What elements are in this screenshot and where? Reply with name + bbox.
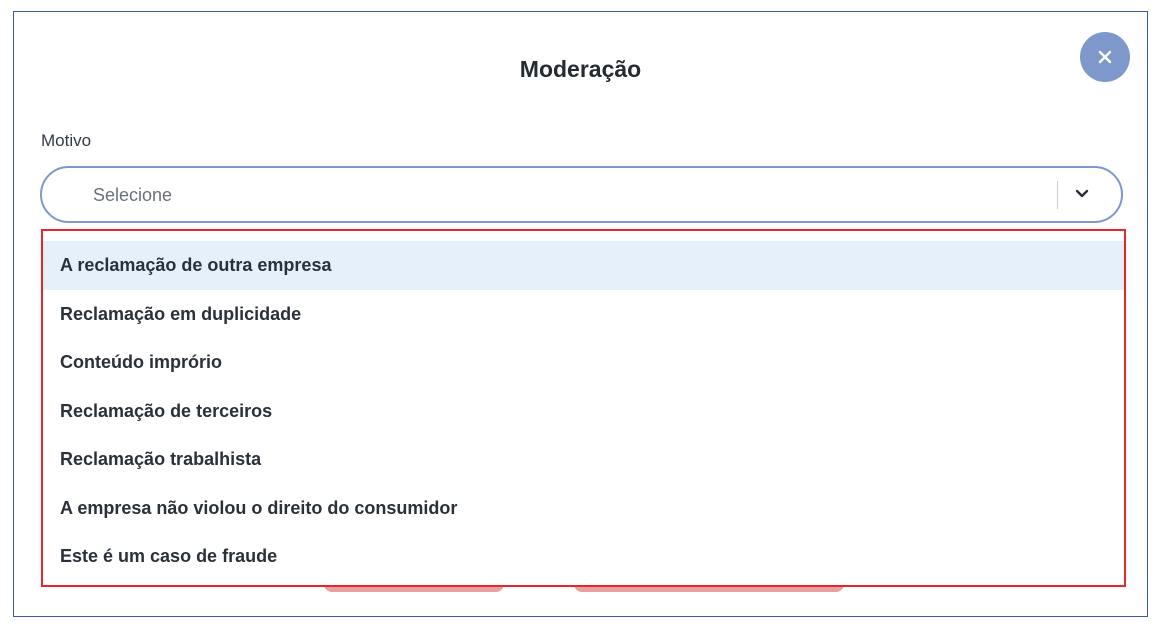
select-divider: [1057, 181, 1058, 209]
chevron-down-icon[interactable]: [1075, 189, 1089, 199]
close-button[interactable]: [1080, 32, 1130, 82]
option-trabalhista[interactable]: Reclamação trabalhista: [43, 435, 1124, 484]
option-outra-empresa[interactable]: A reclamação de outra empresa: [43, 241, 1124, 290]
modal-title: Moderação: [519, 56, 642, 82]
option-conteudo-improprio[interactable]: Conteúdo imprório: [43, 338, 1124, 387]
option-terceiros[interactable]: Reclamação de terceiros: [43, 387, 1124, 436]
option-duplicidade[interactable]: Reclamação em duplicidade: [43, 290, 1124, 339]
option-nao-violou[interactable]: A empresa não violou o direito do consum…: [43, 484, 1124, 533]
motivo-select[interactable]: Selecione: [40, 166, 1123, 223]
close-icon: [1098, 50, 1112, 64]
motivo-label: Motivo: [41, 131, 92, 150]
motivo-dropdown-list: A reclamação de outra empresa Reclamação…: [41, 229, 1126, 587]
option-fraude[interactable]: Este é um caso de fraude: [43, 532, 1124, 581]
select-placeholder: Selecione: [93, 185, 173, 205]
